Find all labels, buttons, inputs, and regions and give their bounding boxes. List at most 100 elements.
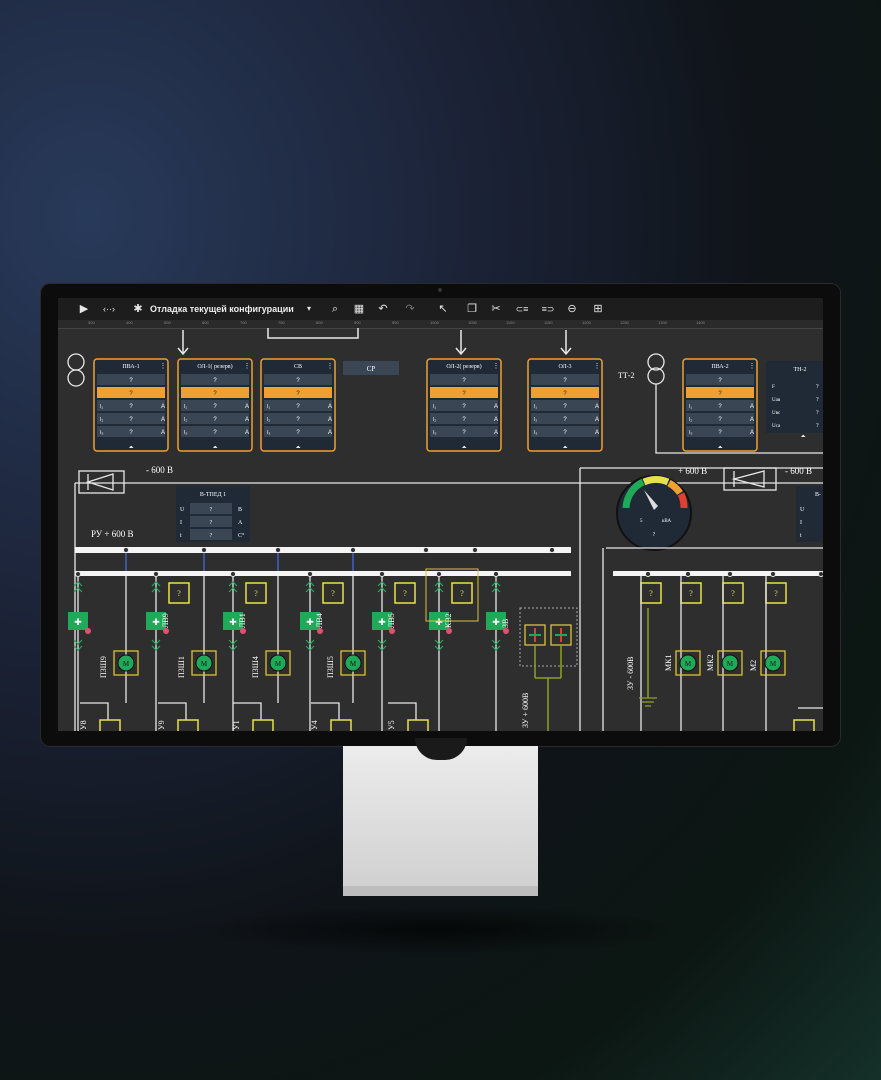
panel-row-unit: A — [750, 417, 754, 423]
chevron-up-icon[interactable]: ⏶ — [718, 445, 723, 451]
panel-row-label: I₂ — [100, 417, 103, 423]
tn2-title: ТН-2 — [794, 367, 807, 373]
status-box[interactable] — [177, 719, 199, 731]
breaker-icon: ✚ — [435, 617, 443, 627]
panel-ОЛ-3[interactable]: ОЛ-3 ⋮???I₁ A?I₂ A?I₃ A⏶ — [527, 358, 603, 452]
status-box-value: ? — [731, 589, 735, 598]
tn2-row-label: Uав — [772, 398, 781, 403]
motor-label: ПЗШ4 — [251, 656, 260, 678]
status-box[interactable] — [252, 719, 274, 731]
diode-icon — [731, 470, 765, 488]
feeder-label: ЗВ — [501, 619, 510, 628]
panel-title: СВ — [294, 364, 302, 370]
panel-title: ОЛ-1( резерв) — [197, 363, 232, 370]
bus-node — [201, 547, 207, 553]
panel-row-label: I₃ — [100, 430, 103, 436]
btped-title: В-ТПЕД 1 — [200, 492, 226, 498]
tn2-row-label: Uса — [772, 424, 781, 429]
panel-menu-icon[interactable]: ⋮ — [594, 363, 601, 370]
gauge-unit: кВА — [662, 519, 671, 524]
panel-ПВА-2[interactable]: ПВА-2 ⋮???I₁ A?I₂ A?I₃ A⏶ — [682, 358, 758, 452]
breaker-icon: ✚ — [74, 617, 82, 627]
desk-shadow — [200, 905, 680, 955]
panel-title: ПВА-1 — [122, 364, 139, 370]
motor-label: ПЗШ5 — [326, 656, 335, 678]
panel-ОЛ-1( резерв)[interactable]: ОЛ-1( резерв) ⋮???I₁ A?I₂ A?I₃ A⏶ — [177, 358, 253, 452]
line — [233, 702, 262, 720]
btped-row-unit: С° — [238, 532, 245, 539]
tn2-row-label: Uвс — [772, 411, 781, 416]
breaker-icon: ✚ — [378, 617, 386, 627]
transformer-icon — [67, 353, 85, 371]
status-box-value: ? — [460, 589, 464, 598]
monitor-stand — [343, 746, 538, 896]
bus-node — [423, 547, 429, 553]
btped-row-value: ? — [210, 533, 213, 539]
breaker-icon: ✚ — [152, 617, 160, 627]
bus-node — [153, 571, 159, 577]
bottom-label: У8 — [79, 720, 88, 730]
panel-СВ[interactable]: СВ ⋮???I₁ A?I₂ A?I₃ A⏶ — [260, 358, 336, 452]
bus-label-minus-right: - 600 В — [785, 466, 812, 476]
motor-icon-letter: M — [123, 660, 130, 668]
panel-row-unit: A — [494, 417, 498, 423]
tn2-row-value: ? — [816, 384, 819, 390]
bus-node — [493, 571, 499, 577]
chevron-up-icon[interactable]: ⏶ — [462, 445, 467, 451]
bottom-label: У5 — [387, 720, 396, 730]
panel-row-label: I₃ — [689, 430, 692, 436]
panel-row-unit: A — [595, 417, 599, 423]
panel-row-label: I₃ — [433, 430, 436, 436]
panel-ОЛ-2( резерв)[interactable]: ОЛ-2( резерв) ⋮???I₁ A?I₂ A?I₃ A⏶ — [426, 358, 502, 452]
status-box[interactable] — [99, 719, 121, 731]
status-box-value: ? — [689, 589, 693, 598]
chevron-up-icon[interactable]: ⏶ — [801, 434, 806, 440]
panel-row-label: I₂ — [267, 417, 270, 423]
panel-row-label: I₁ — [184, 404, 187, 410]
chevron-up-icon[interactable]: ⏶ — [563, 445, 568, 451]
motor-icon-letter: M — [350, 660, 357, 668]
bus-node — [645, 571, 651, 577]
btped-row-unit: В — [238, 507, 242, 513]
panel-menu-icon[interactable]: ⋮ — [244, 363, 251, 370]
status-dot — [85, 628, 91, 634]
right-motor-label: МК1 — [664, 655, 673, 671]
panel-title: ПВА-2 — [711, 364, 728, 370]
panel-row-unit: A — [245, 430, 249, 436]
panel-row-label: I₃ — [184, 430, 187, 436]
panel-row-unit: A — [245, 404, 249, 410]
panel-title: ОЛ-2( резерв) — [446, 363, 481, 370]
status-box[interactable] — [330, 719, 352, 731]
panel-row-unit: A — [750, 404, 754, 410]
bus-node — [75, 571, 81, 577]
bus-node — [549, 547, 555, 553]
status-box-value: ? — [177, 589, 181, 598]
status-box[interactable] — [407, 719, 429, 731]
panel-row-unit: A — [494, 430, 498, 436]
chevron-up-icon[interactable]: ⏶ — [296, 445, 301, 451]
tn2-row-label: F — [772, 385, 775, 390]
panel-ПВА-1[interactable]: ПВА-1 ⋮???I₁ A?I₂ A?I₃ A⏶ — [93, 358, 169, 452]
panel-row-label: I₂ — [534, 417, 537, 423]
chevron-up-icon[interactable]: ⏶ — [213, 445, 218, 451]
bus-node — [685, 571, 691, 577]
panel-menu-icon[interactable]: ⋮ — [749, 363, 756, 370]
stand-base — [343, 886, 538, 896]
btped-row-label: U — [180, 507, 185, 513]
tn2-row-value: ? — [816, 423, 819, 429]
panel-menu-icon[interactable]: ⋮ — [493, 363, 500, 370]
zu-group[interactable] — [519, 607, 578, 667]
motor-icon-letter: M — [685, 660, 692, 668]
panel-row-label: I₁ — [433, 404, 436, 410]
panel-menu-icon[interactable]: ⋮ — [327, 363, 334, 370]
chevron-up-icon[interactable]: ⏶ — [129, 445, 134, 451]
panel-row-label: I₁ — [689, 404, 692, 410]
gauge — [616, 475, 692, 551]
bus-node — [818, 571, 823, 577]
bottom-label: У4 — [310, 720, 319, 730]
status-box[interactable] — [793, 719, 815, 731]
motor-icon-letter: M — [727, 660, 734, 668]
panel-menu-icon[interactable]: ⋮ — [160, 363, 167, 370]
bus-label-plus-right: + 600 В — [678, 466, 707, 476]
btped-row-value: ? — [210, 520, 213, 526]
